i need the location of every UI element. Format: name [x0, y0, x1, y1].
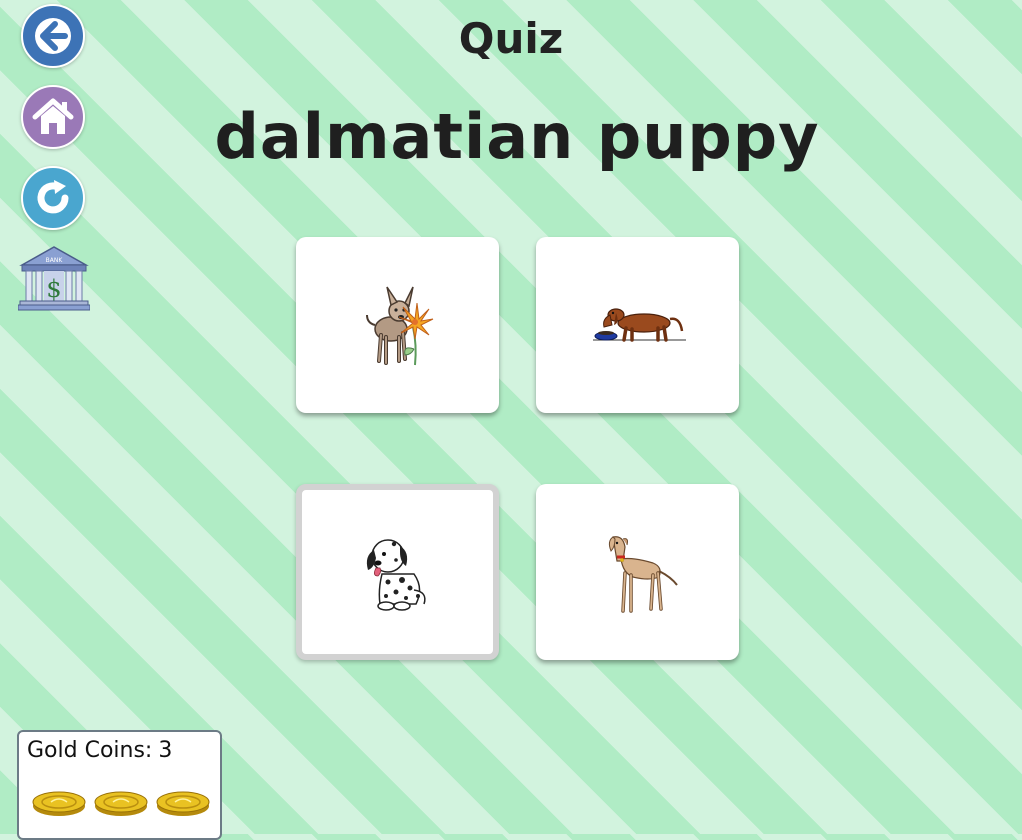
- reload-button[interactable]: [21, 166, 85, 230]
- answer-card-dalmatian-puppy[interactable]: [296, 484, 499, 660]
- bank-button[interactable]: BANK $: [17, 245, 91, 311]
- gold-coins-count: 3: [158, 738, 173, 763]
- quiz-prompt: dalmatian puppy: [214, 100, 820, 173]
- gold-coins-label: Gold Coins: 3: [27, 738, 172, 763]
- dalmatian-puppy-image: [366, 539, 426, 611]
- bank-icon: BANK $: [17, 246, 91, 311]
- answer-card-greyhound[interactable]: [536, 484, 739, 660]
- answer-card-chihuahua[interactable]: [296, 237, 499, 413]
- gold-coins-text: Gold Coins:: [27, 738, 153, 763]
- gold-coins-panel: Gold Coins: 3: [17, 730, 222, 840]
- bank-sign: BANK: [46, 257, 64, 264]
- gold-coin-icon: [156, 791, 210, 816]
- gold-coin-icon: [94, 791, 148, 816]
- svg-text:$: $: [46, 275, 61, 303]
- gold-coin-icon: [32, 791, 86, 816]
- dachshund-with-bowl-image: [592, 308, 686, 342]
- chihuahua-with-flower-image: [365, 286, 433, 366]
- refresh-icon: [37, 180, 69, 214]
- page-title: Quiz: [458, 14, 564, 63]
- answer-card-dachshund[interactable]: [536, 237, 739, 413]
- greyhound-image: [608, 536, 678, 613]
